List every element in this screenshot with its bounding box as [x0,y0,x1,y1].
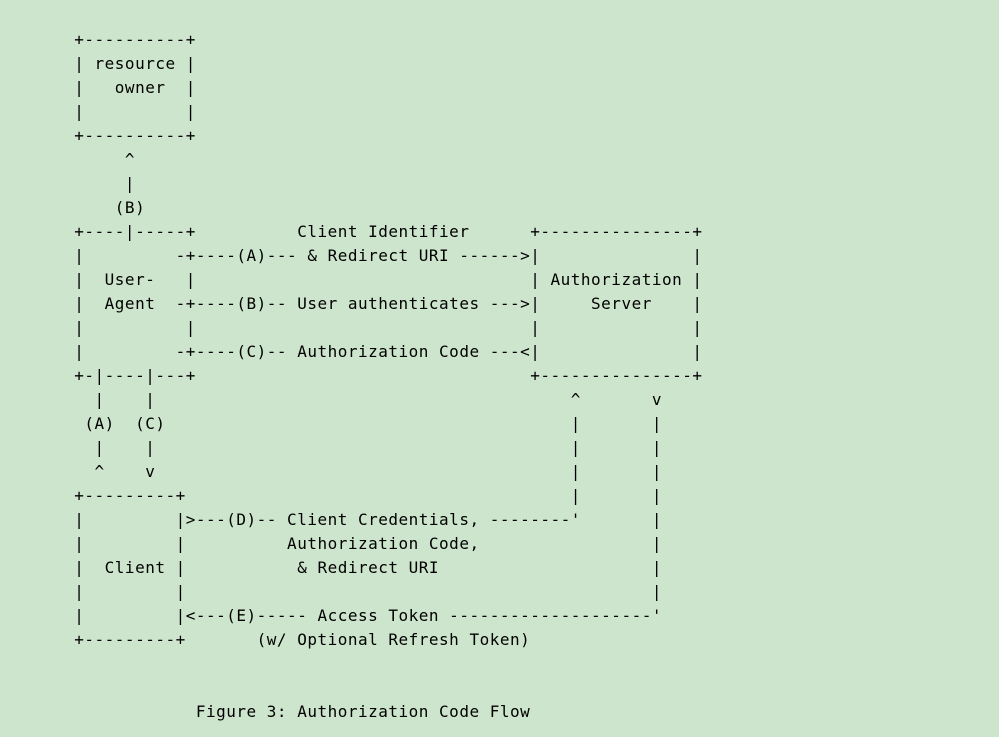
authorization-code-flow-diagram: +----------+ | resource | | owner | | | … [0,0,999,724]
